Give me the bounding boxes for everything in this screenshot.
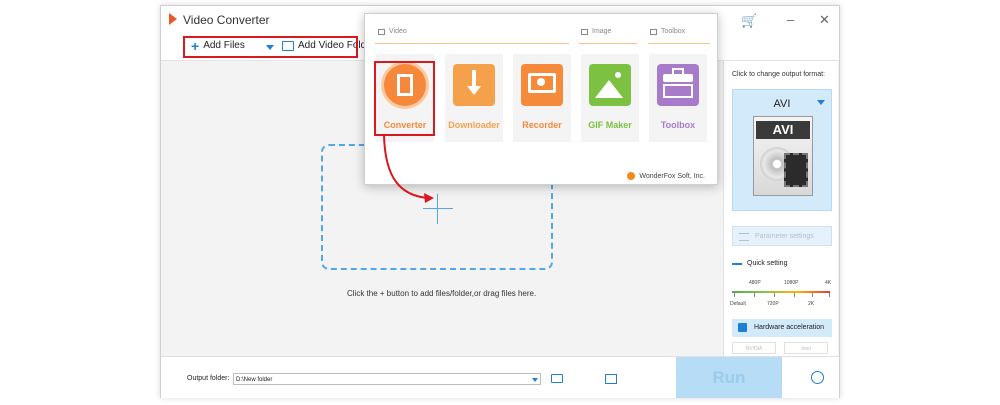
scale-label-480p: 480P <box>749 280 761 286</box>
toolbox-section-label: Toolbox <box>661 28 686 35</box>
toolbox-icon <box>650 28 657 35</box>
quick-setting-title: Quick setting <box>732 260 787 267</box>
video-section-header: Video <box>378 28 407 35</box>
box-icon <box>663 84 693 98</box>
bottom-bar: Output folder: D:\New folder Run <box>161 356 839 398</box>
format-badge: AVI <box>756 121 810 139</box>
video-icon <box>378 28 385 35</box>
open-folder-icon[interactable] <box>551 374 563 383</box>
app-title: Video Converter <box>183 13 270 27</box>
mountain-icon <box>595 80 623 98</box>
scale-label-4k: 4K <box>825 280 832 286</box>
tool-downloader[interactable]: Downloader <box>445 54 503 142</box>
tool-recorder[interactable]: Recorder <box>513 54 571 142</box>
hardware-acceleration-label: Hardware acceleration <box>754 324 825 331</box>
tool-downloader-label: Downloader <box>448 120 500 130</box>
screen-record-icon <box>521 64 563 106</box>
chevron-down-icon <box>817 100 825 105</box>
toolbar-highlight <box>183 36 358 58</box>
video-section-label: Video <box>389 28 407 35</box>
cart-icon[interactable]: 🛒 <box>741 13 757 29</box>
tool-gif-maker-label: GIF Maker <box>588 120 632 130</box>
copyright-label: WonderFox Soft, Inc. <box>639 172 705 180</box>
checkbox-icon <box>738 323 747 332</box>
record-dot-icon <box>537 78 545 86</box>
image-icon <box>581 28 588 35</box>
intel-badge: Intel <box>784 342 828 354</box>
add-plus-icon-vertical[interactable] <box>437 194 438 224</box>
scale-label-720p: 720P <box>767 301 779 307</box>
image-section-label: Image <box>592 28 612 35</box>
minimize-button[interactable]: – <box>787 12 794 27</box>
settings-sliders-icon <box>739 233 749 241</box>
parameter-settings-label: Parameter settings <box>755 233 814 240</box>
parameter-settings-button[interactable]: Parameter settings <box>732 226 832 246</box>
tool-toolbox-label: Toolbox <box>660 120 696 130</box>
slider-tick <box>734 293 735 297</box>
tool-gif-maker[interactable]: GIF Maker <box>581 54 639 142</box>
output-folder-value: D:\New folder <box>236 377 273 383</box>
download-icon <box>453 64 495 106</box>
scale-label-default: Default <box>730 301 746 307</box>
slider-tick <box>829 293 830 297</box>
image-section-header: Image <box>581 28 611 35</box>
open-output-icon[interactable] <box>605 374 617 384</box>
toolbox-section-header: Toolbox <box>650 28 685 35</box>
output-panel: Click to change output format: AVI AVI P… <box>723 61 838 356</box>
video-section-divider <box>375 43 569 44</box>
quality-slider[interactable] <box>732 291 830 293</box>
sun-icon <box>615 72 621 78</box>
quick-setting-icon <box>732 262 742 265</box>
chevron-down-icon[interactable] <box>532 378 538 382</box>
toolbox-icon <box>657 64 699 106</box>
slider-tick <box>754 293 755 297</box>
drop-hint: Click the + button to add files/folder,o… <box>347 289 537 298</box>
tools-popup: Video Image Toolbox Converter Downloader… <box>364 13 718 185</box>
lid-icon <box>663 74 693 82</box>
arrow-down-icon <box>467 70 481 100</box>
change-format-label: Click to change output format: <box>732 71 825 78</box>
slider-tick <box>774 293 775 297</box>
avi-format-icon: AVI <box>753 116 813 196</box>
film-strip-icon <box>784 153 808 187</box>
nvidia-badge: NVIDIA <box>732 342 776 354</box>
output-folder-label: Output folder: <box>187 375 230 382</box>
converter-highlight <box>374 61 435 136</box>
image-section-divider <box>579 43 637 44</box>
close-button[interactable]: ✕ <box>819 12 830 28</box>
quick-setting-label: Quick setting <box>747 260 788 267</box>
scale-label-2k: 2K <box>808 301 815 307</box>
alarm-clock-icon[interactable] <box>811 371 824 384</box>
slider-tick <box>812 293 813 297</box>
toolbox-section-divider <box>648 43 710 44</box>
scale-label-1080p: 1080P <box>784 280 799 286</box>
image-icon <box>589 64 631 106</box>
tool-recorder-label: Recorder <box>522 120 562 130</box>
hardware-acceleration-toggle[interactable]: Hardware acceleration <box>732 319 832 337</box>
output-folder-field[interactable]: D:\New folder <box>233 373 541 385</box>
app-logo-icon <box>169 13 177 25</box>
run-button[interactable]: Run <box>676 357 782 398</box>
slider-tick <box>794 293 795 297</box>
tool-toolbox[interactable]: Toolbox <box>649 54 707 142</box>
copyright: WonderFox Soft, Inc. <box>627 172 705 180</box>
wonderfox-logo-icon <box>627 172 636 180</box>
output-format-selector[interactable]: AVI AVI <box>732 89 832 211</box>
add-plus-icon[interactable] <box>423 208 453 209</box>
